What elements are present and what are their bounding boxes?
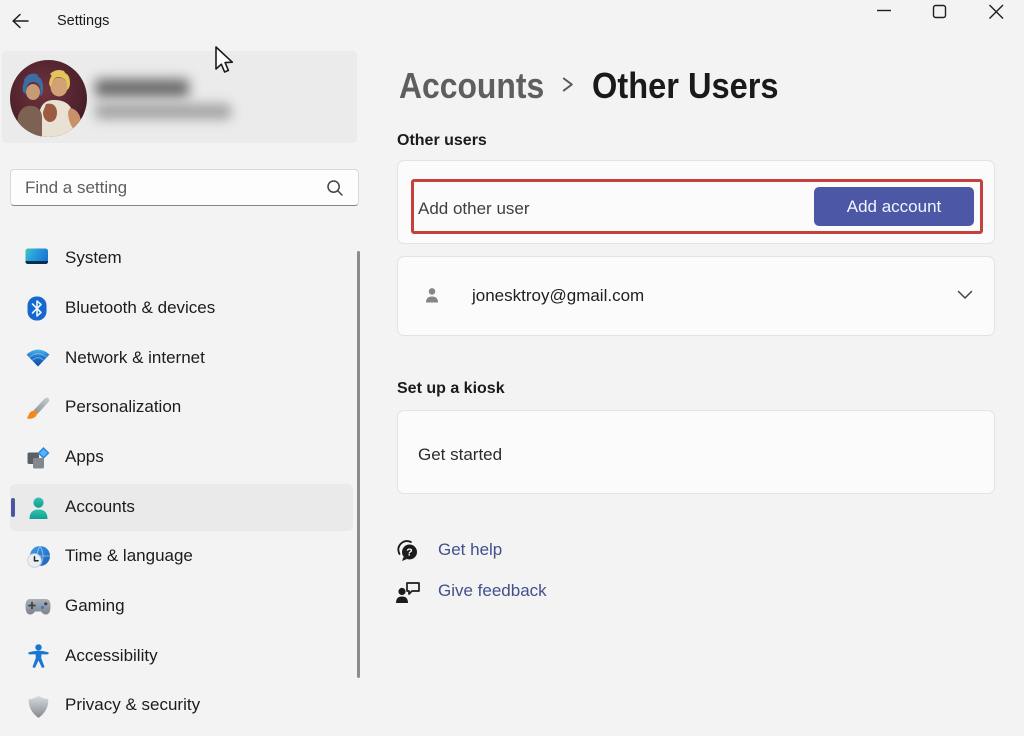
svg-text:?: ?	[406, 547, 412, 559]
